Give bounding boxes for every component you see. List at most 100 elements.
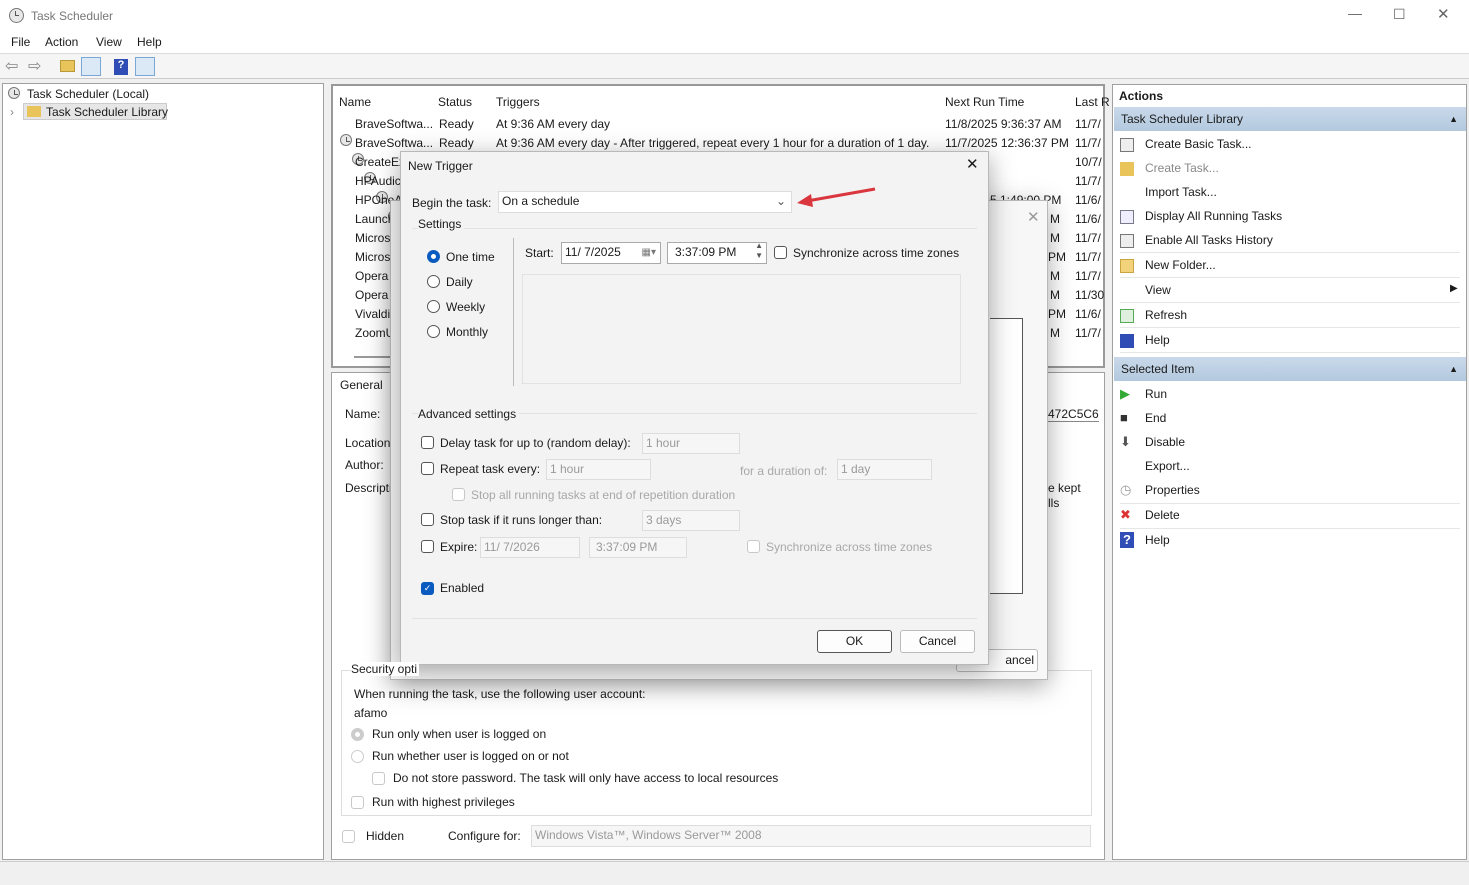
disable-icon: ⬇ xyxy=(1120,434,1131,449)
maximize-button[interactable]: ☐ xyxy=(1393,6,1406,23)
task-last-run: 10/7/ xyxy=(1075,155,1102,169)
end-icon: ■ xyxy=(1120,410,1128,425)
schedule-label: One time xyxy=(446,250,495,264)
cancel-button[interactable]: Cancel xyxy=(900,630,975,653)
forward-icon[interactable]: ⇨ xyxy=(28,56,41,76)
background-dialog-close-icon[interactable]: ✕ xyxy=(1027,208,1040,226)
close-button[interactable]: ✕ xyxy=(1437,5,1450,23)
task-name[interactable]: CreateEx xyxy=(355,155,405,169)
run-whether-radio[interactable] xyxy=(351,750,364,763)
schedule-radio-one-time[interactable] xyxy=(427,250,440,263)
section-selected-item[interactable]: Selected Item ▲ xyxy=(1114,357,1466,381)
name-value[interactable]: 472C5C6 xyxy=(1048,407,1099,422)
action-item[interactable]: Properties xyxy=(1145,483,1200,497)
schedule-radio-daily[interactable] xyxy=(427,275,440,288)
tree-item-library[interactable]: Task Scheduler Library xyxy=(23,103,168,120)
action-item[interactable]: Run xyxy=(1145,387,1167,401)
up-folder-icon[interactable] xyxy=(60,60,75,72)
action-item[interactable]: Help xyxy=(1145,333,1170,347)
menu-help[interactable]: Help xyxy=(137,35,162,49)
action-item[interactable]: Enable All Tasks History xyxy=(1145,233,1273,247)
task-last-run: 11/30 xyxy=(1075,288,1105,302)
highest-privileges-checkbox[interactable] xyxy=(351,796,364,809)
calendar-icon[interactable]: ▦▾ xyxy=(642,243,656,262)
delay-checkbox[interactable] xyxy=(421,436,434,449)
delay-select[interactable]: 1 hour xyxy=(642,433,740,454)
task-name[interactable]: BraveSoftwa... xyxy=(355,117,433,131)
task-next-run: PM xyxy=(1048,307,1066,321)
show-hide-tree-icon[interactable] xyxy=(81,57,101,76)
start-date-picker[interactable]: 11/ 7/2025 ▦▾ xyxy=(561,242,661,264)
task-name[interactable]: BraveSoftwa... xyxy=(355,136,433,150)
column-triggers[interactable]: Triggers xyxy=(496,95,540,109)
expire-date-picker[interactable]: 11/ 7/2026 xyxy=(480,537,580,558)
column-last-run[interactable]: Last R xyxy=(1075,95,1110,109)
expire-time-value: 3:37:09 PM xyxy=(596,540,658,554)
configure-for-select[interactable]: Windows Vista™, Windows Server™ 2008 xyxy=(531,825,1091,847)
expire-time-spinner[interactable]: 3:37:09 PM xyxy=(589,537,687,558)
toolbar: ⇦ ⇨ ? xyxy=(0,53,1469,79)
chevron-down-icon: ⌄ xyxy=(775,194,786,208)
action-item[interactable]: Refresh xyxy=(1145,308,1187,322)
action-item[interactable]: Delete xyxy=(1145,508,1180,522)
expand-chevron-icon[interactable]: › xyxy=(10,105,14,119)
do-not-store-password-checkbox[interactable] xyxy=(372,772,385,785)
back-icon[interactable]: ⇦ xyxy=(5,56,18,76)
schedule-radio-monthly[interactable] xyxy=(427,325,440,338)
show-hide-action-pane-icon[interactable] xyxy=(135,57,155,76)
sync-time-zones-checkbox[interactable] xyxy=(774,246,787,259)
action-item[interactable]: View xyxy=(1145,283,1171,297)
tab-general[interactable]: General xyxy=(340,378,383,392)
dialog-close-icon[interactable]: ✕ xyxy=(966,155,979,173)
duration-select[interactable]: 1 day xyxy=(837,459,932,480)
task-name[interactable]: Launch xyxy=(355,212,394,226)
action-item[interactable]: End xyxy=(1145,411,1166,425)
help-icon[interactable]: ? xyxy=(114,59,128,75)
enabled-checkbox[interactable]: ✓ xyxy=(421,582,434,595)
refresh-icon xyxy=(1120,309,1134,323)
column-name[interactable]: Name xyxy=(339,95,371,109)
action-item[interactable]: Export... xyxy=(1145,459,1190,473)
collapse-icon[interactable]: ▲ xyxy=(1449,107,1458,131)
run-logged-on-radio[interactable] xyxy=(351,728,364,741)
stop-longer-checkbox[interactable] xyxy=(421,513,434,526)
expire-sync-checkbox[interactable] xyxy=(747,540,760,553)
ok-button[interactable]: OK xyxy=(817,630,892,653)
menu-action[interactable]: Action xyxy=(45,35,78,49)
stop-longer-select[interactable]: 3 days xyxy=(642,510,740,531)
minimize-button[interactable]: — xyxy=(1348,5,1362,21)
run-logged-on-label: Run only when user is logged on xyxy=(372,727,547,741)
collapse-icon[interactable]: ▲ xyxy=(1449,357,1458,381)
stop-all-checkbox[interactable] xyxy=(452,488,465,501)
begin-task-select[interactable]: On a schedule ⌄ xyxy=(498,191,792,213)
repeat-checkbox[interactable] xyxy=(421,462,434,475)
section-task-scheduler-library[interactable]: Task Scheduler Library ▲ xyxy=(1114,107,1466,131)
task-last-run: 11/7/ xyxy=(1075,136,1101,150)
expire-checkbox[interactable] xyxy=(421,540,434,553)
action-item[interactable]: Import Task... xyxy=(1145,185,1217,199)
running-tasks-icon xyxy=(1120,210,1134,224)
task-last-run: 11/6/ xyxy=(1075,307,1101,321)
start-time-spinner[interactable]: 3:37:09 PM ▲ ▼ xyxy=(667,241,767,264)
menu-file[interactable]: File xyxy=(11,35,30,49)
action-item[interactable]: Disable xyxy=(1145,435,1185,449)
tree-root[interactable]: Task Scheduler (Local) xyxy=(27,87,149,101)
schedule-radio-weekly[interactable] xyxy=(427,300,440,313)
task-name[interactable]: HPAudic xyxy=(355,174,401,188)
start-date-value: 11/ 7/2025 xyxy=(565,245,621,259)
separator xyxy=(1120,252,1460,253)
background-list-box xyxy=(990,318,1023,594)
menu-view[interactable]: View xyxy=(96,35,122,49)
security-options-title: Security opti xyxy=(351,662,420,676)
action-item[interactable]: Create Basic Task... xyxy=(1145,137,1252,151)
spinner-arrows-icon[interactable]: ▲ ▼ xyxy=(755,241,763,261)
hidden-checkbox[interactable] xyxy=(342,830,355,843)
action-item[interactable]: Help xyxy=(1145,533,1170,547)
repeat-select[interactable]: 1 hour xyxy=(546,459,651,480)
action-item[interactable]: Create Task... xyxy=(1145,161,1219,175)
task-trigger: At 9:36 AM every day - After triggered, … xyxy=(496,136,930,150)
column-status[interactable]: Status xyxy=(438,95,472,109)
column-next-run[interactable]: Next Run Time xyxy=(945,95,1024,109)
action-item[interactable]: Display All Running Tasks xyxy=(1145,209,1282,223)
action-item[interactable]: New Folder... xyxy=(1145,258,1216,272)
